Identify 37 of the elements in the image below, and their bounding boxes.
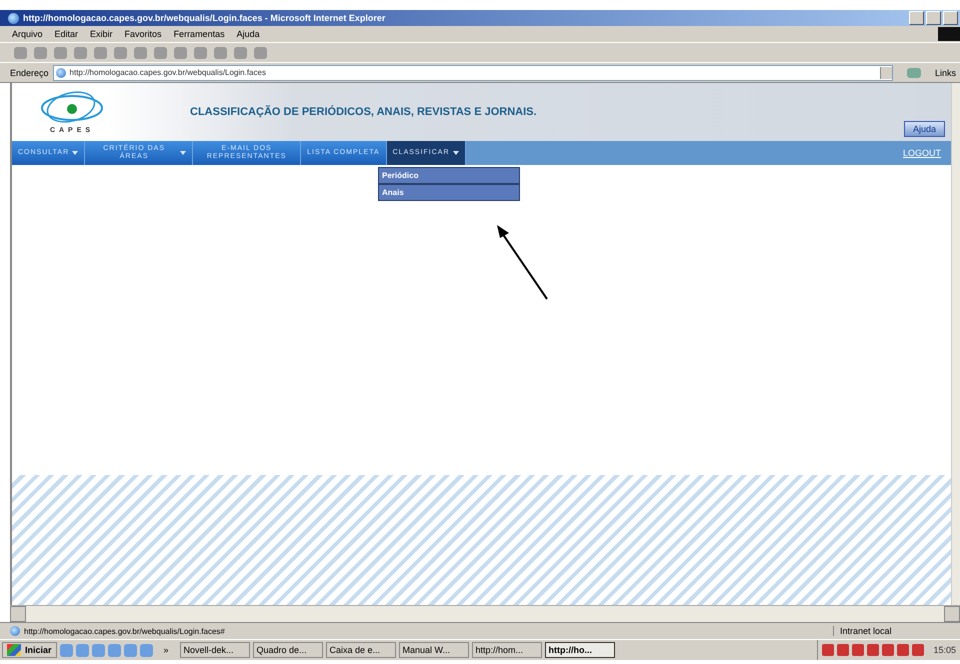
menu-item[interactable]: Editar: [54, 29, 78, 39]
scroll-right-icon[interactable]: [944, 606, 960, 622]
scroll-left-icon[interactable]: [10, 606, 26, 622]
globe-icon: [56, 68, 66, 78]
address-text: http://homologacao.capes.gov.br/webqualis/Login.faces: [70, 68, 267, 77]
address-label: Endereço: [10, 68, 49, 78]
taskbar-button[interactable]: Manual W...: [398, 642, 469, 658]
taskbar-button[interactable]: http://hom...: [472, 642, 542, 658]
globe-icon: [10, 626, 20, 636]
menu-item[interactable]: Arquivo: [12, 29, 43, 39]
start-button[interactable]: Iniciar: [2, 642, 57, 658]
zone-text: Intranet local: [833, 626, 960, 636]
globe-icon: [8, 12, 19, 24]
menu-item[interactable]: Exibir: [90, 29, 113, 39]
taskbar-button[interactable]: Quadro de...: [252, 642, 323, 658]
status-text: http://homologacao.capes.gov.br/webqualis/Login.faces#: [24, 626, 226, 636]
address-field[interactable]: http://homologacao.capes.gov.br/webqualis/Login.faces: [52, 64, 893, 80]
caret-icon: [180, 151, 186, 155]
menu-item[interactable]: Favoritos: [124, 29, 162, 39]
caret-icon: [452, 151, 459, 155]
help-button[interactable]: Ajuda: [904, 121, 945, 137]
vertical-scrollbar[interactable]: [951, 83, 960, 605]
taskbar-button[interactable]: Caixa de e...: [326, 642, 396, 658]
links-button[interactable]: Links: [934, 68, 956, 78]
menu-item[interactable]: Ferramentas: [174, 29, 225, 39]
caret-icon: [72, 151, 78, 155]
dropdown-icon[interactable]: [880, 66, 892, 78]
more-button[interactable]: »: [156, 645, 177, 655]
dropdown-item[interactable]: Periódico: [379, 168, 519, 183]
dropdown-item[interactable]: Anais: [379, 185, 519, 200]
window-title: http://homologacao.capes.gov.br/webqualis/Login.faces - Microsoft Internet Explorer: [23, 13, 386, 23]
clock: 15:05: [933, 645, 956, 655]
taskbar-button[interactable]: http://ho...: [544, 642, 615, 658]
horizontal-scrollbar[interactable]: [10, 605, 960, 622]
page-heading: CLASSIFICAÇÃO DE PERIÓDICOS, ANAIS, REVISTAS E JORNAIS.: [190, 106, 537, 118]
taskbar-button[interactable]: Novell-dek...: [180, 642, 250, 658]
menu-item[interactable]: Ajuda: [236, 29, 260, 39]
